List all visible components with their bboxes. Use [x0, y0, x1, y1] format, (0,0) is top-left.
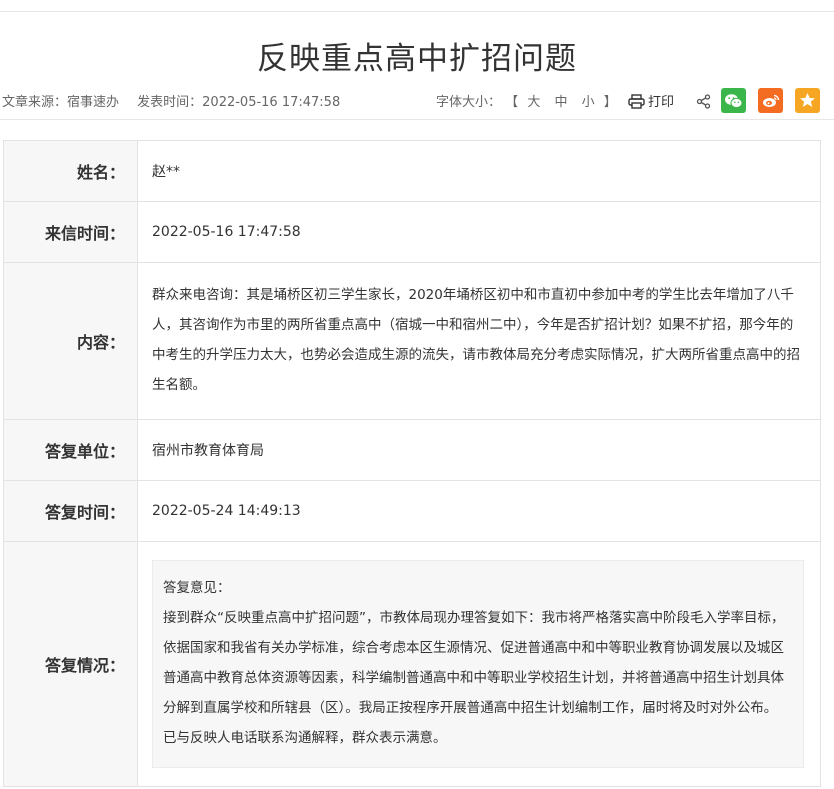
article-source: 文章来源：宿事速办	[2, 95, 120, 110]
weibo-share-button[interactable]	[758, 88, 783, 113]
favorite-button[interactable]	[795, 88, 820, 113]
print-label: 打印	[648, 95, 675, 110]
print-button[interactable]: 打印	[628, 91, 674, 110]
reply-body: 接到群众“反映重点高中扩招问题”，市教体局现办理答复如下：我市将严格落实高中阶段…	[163, 610, 785, 746]
reply-time-value: 2022-05-24 14:49:13	[137, 480, 821, 542]
reply-unit-value: 宿州市教育体育局	[137, 419, 821, 481]
content-value: 群众来电咨询：其是埇桥区初三学生家长，2020年埇桥区初中和市直初中参加中考的学…	[137, 262, 821, 420]
favorite-star-icon	[800, 93, 815, 107]
meta-divider	[0, 119, 834, 120]
detail-row-reply-unit: 答复单位： 宿州市教育体育局	[3, 419, 821, 481]
font-size-large-button[interactable]: 大	[527, 95, 540, 110]
name-value: 赵**	[137, 140, 821, 202]
top-divider	[0, 11, 834, 12]
share-icon[interactable]	[696, 94, 711, 109]
bracket-close: 】	[603, 95, 617, 110]
font-size-small-button[interactable]: 小	[582, 95, 595, 110]
article-meta-bar: 文章来源：宿事速办 发表时间：2022-05-16 17:47:58 字体大小：…	[0, 88, 834, 114]
article-info: 文章来源：宿事速办 发表时间：2022-05-16 17:47:58	[2, 91, 354, 110]
detail-row-reply-time: 答复时间： 2022-05-24 14:49:13	[3, 480, 821, 542]
reply-time-label: 答复时间：	[3, 480, 138, 542]
bracket-open: 【	[505, 95, 519, 110]
reply-status-label: 答复情况：	[3, 541, 138, 787]
letter-detail-table: 姓名： 赵** 来信时间： 2022-05-16 17:47:58 内容： 群众…	[3, 140, 821, 787]
reply-heading: 答复意见：	[163, 580, 231, 596]
weibo-icon	[762, 94, 779, 107]
font-size-medium-button[interactable]: 中	[554, 95, 567, 110]
detail-row-reply-status: 答复情况： 答复意见： 接到群众“反映重点高中扩招问题”，市教体局现办理答复如下…	[3, 541, 821, 787]
page-title: 反映重点高中扩招问题	[257, 41, 577, 77]
detail-row-content: 内容： 群众来电咨询：其是埇桥区初三学生家长，2020年埇桥区初中和市直初中参加…	[3, 262, 821, 420]
letter-time-value: 2022-05-16 17:47:58	[137, 201, 821, 263]
detail-row-letter-time: 来信时间： 2022-05-16 17:47:58	[3, 201, 821, 263]
publish-time: 发表时间：2022-05-16 17:47:58	[137, 95, 341, 110]
name-label: 姓名：	[3, 140, 138, 202]
font-size-label: 字体大小：	[436, 95, 502, 110]
reply-status-cell: 答复意见： 接到群众“反映重点高中扩招问题”，市教体局现办理答复如下：我市将严格…	[137, 541, 821, 787]
wechat-icon	[725, 93, 743, 108]
reply-unit-label: 答复单位：	[3, 419, 138, 481]
content-label: 内容：	[3, 262, 138, 420]
printer-icon	[628, 94, 645, 109]
font-size-control: 字体大小： 【 大 中 小 】	[436, 91, 617, 110]
reply-box: 答复意见： 接到群众“反映重点高中扩招问题”，市教体局现办理答复如下：我市将严格…	[152, 560, 804, 768]
detail-row-name: 姓名： 赵**	[3, 140, 821, 202]
letter-time-label: 来信时间：	[3, 201, 138, 263]
wechat-share-button[interactable]	[721, 88, 746, 113]
